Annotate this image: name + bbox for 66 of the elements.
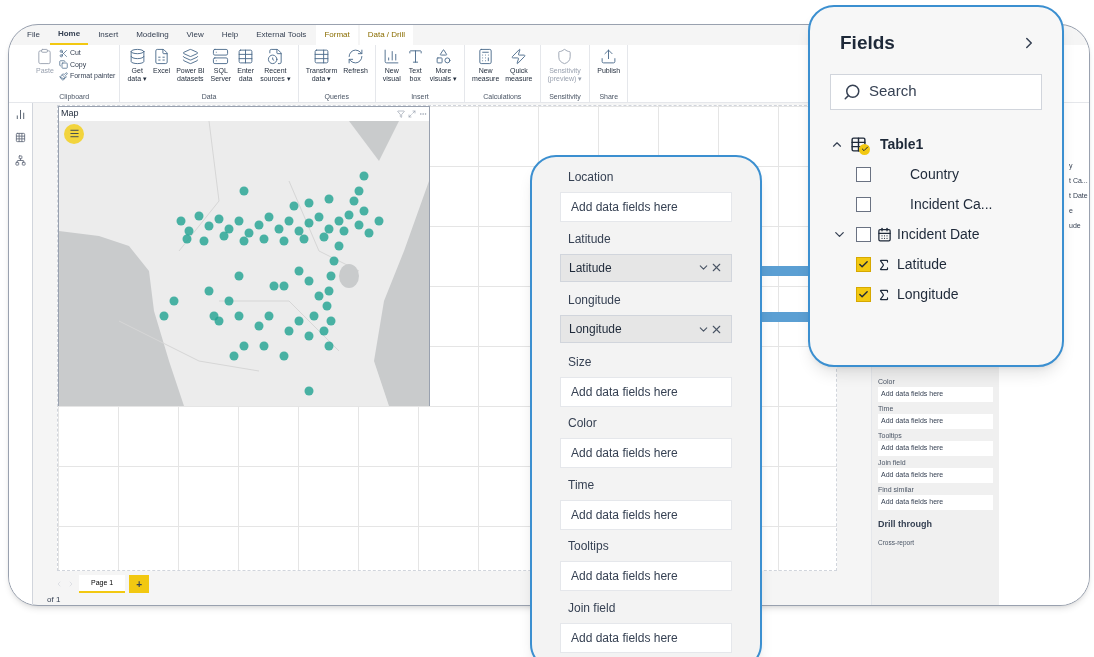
ribbon-tab[interactable]: Help — [213, 25, 247, 45]
well-label: Join field — [567, 599, 617, 617]
ribbon-tab[interactable]: Data / Drill — [359, 25, 414, 45]
remove-icon[interactable] — [710, 261, 723, 274]
ribbon-tab[interactable]: Insert — [90, 25, 127, 45]
well-drop-field[interactable]: Add data fields here — [560, 561, 732, 591]
checkbox[interactable] — [856, 287, 871, 302]
painter-icon — [58, 71, 68, 81]
page-count: of 1 — [46, 595, 62, 605]
well-label: Size — [567, 353, 593, 371]
copy-icon — [58, 60, 68, 70]
table-icon — [850, 135, 870, 154]
well-label: Tooltips — [567, 538, 610, 555]
calendar-icon — [876, 227, 892, 242]
table-icon — [237, 48, 255, 65]
chart-icon — [383, 48, 401, 65]
database-icon — [128, 48, 146, 65]
field-name[interactable]: Latitude — [897, 254, 947, 275]
well-label: Latitude — [567, 230, 612, 248]
ribbon-tab[interactable]: External Tools — [248, 25, 315, 45]
ribbon-tab[interactable]: File — [19, 25, 48, 45]
well-label: Color — [567, 415, 598, 432]
checkmark-icon — [858, 259, 869, 270]
datasets-icon — [181, 48, 199, 65]
well-drop-field[interactable]: Add data fields here — [560, 438, 732, 468]
sigma-icon — [877, 287, 891, 302]
data-view-icon[interactable] — [15, 132, 26, 143]
sigma-icon — [877, 257, 891, 272]
well-field-chip[interactable]: Latitude — [560, 253, 732, 282]
search-icon — [843, 82, 861, 101]
ribbon-tab[interactable]: Format — [316, 25, 358, 45]
ribbon-tab[interactable]: Modeling — [128, 25, 177, 45]
well-label: Time — [567, 476, 596, 494]
cut-icon — [58, 48, 68, 58]
checkbox[interactable] — [856, 227, 871, 242]
report-view-icon[interactable] — [15, 109, 26, 120]
calculator-icon — [477, 48, 495, 65]
sensitivity-icon — [556, 48, 574, 65]
visual-title: Map — [61, 107, 80, 120]
ribbon-tab[interactable]: View — [178, 25, 212, 45]
well-label: Location — [567, 169, 615, 186]
well-drop-field[interactable]: Add data fields here — [560, 499, 732, 530]
publish-icon — [600, 48, 618, 65]
refresh-icon — [347, 48, 365, 65]
well-drop-field[interactable]: Add data fields here — [560, 192, 732, 222]
field-name[interactable]: Longitude — [897, 284, 959, 305]
well-drop-field[interactable]: Add data fields here — [560, 376, 732, 407]
textbox-icon — [406, 48, 424, 65]
model-view-icon[interactable] — [15, 155, 26, 166]
checkbox[interactable] — [856, 257, 871, 272]
field-name[interactable]: Incident Date — [897, 224, 980, 245]
well-drop-field[interactable]: Add data fields here — [560, 622, 732, 653]
checkbox[interactable] — [856, 197, 871, 212]
map-visual[interactable]: Map — [58, 106, 430, 406]
paste-icon — [36, 48, 54, 65]
pane-title: Fields — [840, 31, 896, 55]
field-name[interactable]: Country — [910, 164, 960, 185]
field-name[interactable]: Incident Ca... — [910, 194, 993, 215]
checkbox[interactable] — [856, 167, 871, 182]
add-page-button[interactable]: + — [129, 575, 150, 593]
section-heading: Drill through — [878, 518, 933, 531]
well-label: Longitude — [567, 292, 622, 309]
table-name[interactable]: Table1 — [880, 134, 924, 155]
checkmark-icon — [858, 289, 869, 300]
search-field[interactable]: Search — [830, 73, 1042, 110]
well-field-chip[interactable]: Longitude — [560, 315, 732, 343]
